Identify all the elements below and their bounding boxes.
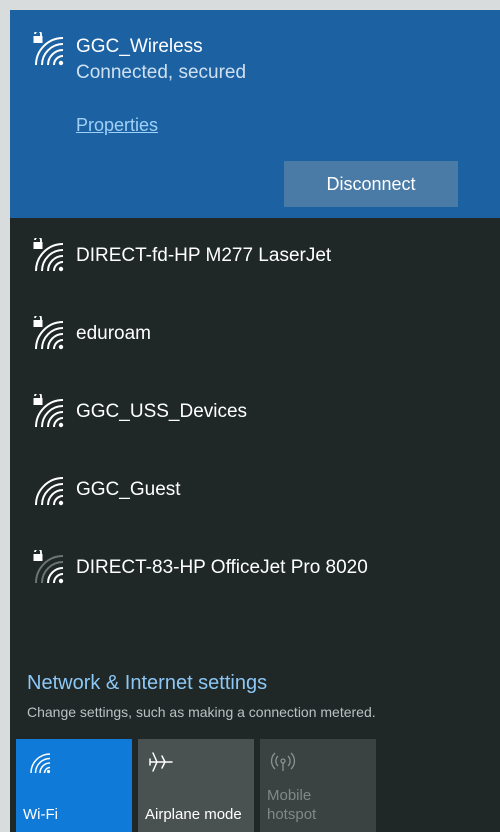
network-flyout: GGC_Wireless Connected, secured Properti…: [10, 10, 500, 832]
connected-ssid: GGC_Wireless: [76, 36, 203, 57]
airplane-mode-label: Airplane mode: [145, 806, 242, 823]
network-item[interactable]: DIRECT-fd-HP M277 LaserJet: [10, 218, 500, 296]
properties-link[interactable]: Properties: [76, 115, 158, 136]
network-ssid: GGC_USS_Devices: [76, 401, 248, 422]
wifi-toggle-label: Wi-Fi: [23, 806, 58, 823]
network-ssid: DIRECT-83-HP OfficeJet Pro 8020: [76, 557, 368, 578]
network-item[interactable]: GGC_USS_Devices: [10, 374, 500, 452]
network-item[interactable]: eduroam: [10, 296, 500, 374]
network-ssid: DIRECT-fd-HP M277 LaserJet: [76, 245, 332, 266]
airplane-icon: [148, 749, 174, 775]
network-settings-description: Change settings, such as making a connec…: [27, 704, 376, 720]
wifi-secured-icon: [30, 316, 64, 350]
wifi-secured-icon: [30, 32, 64, 66]
connection-status: Connected, secured: [76, 62, 247, 83]
network-ssid: GGC_Guest: [76, 479, 181, 500]
wifi-icon: [30, 472, 64, 506]
connected-network-card[interactable]: GGC_Wireless Connected, secured Properti…: [10, 10, 500, 218]
wifi-weak-secured-icon: [30, 550, 64, 584]
mobile-hotspot-label: Mobile hotspot: [267, 787, 317, 823]
wifi-secured-icon: [30, 238, 64, 272]
disconnect-button[interactable]: Disconnect: [284, 161, 458, 207]
network-item[interactable]: GGC_Guest: [10, 452, 500, 530]
network-ssid: eduroam: [76, 323, 151, 344]
airplane-mode-toggle[interactable]: Airplane mode: [138, 739, 254, 832]
wifi-secured-icon: [30, 394, 64, 428]
network-item[interactable]: DIRECT-83-HP OfficeJet Pro 8020: [10, 530, 500, 608]
network-settings-link[interactable]: Network & Internet settings: [27, 672, 267, 695]
wifi-toggle[interactable]: Wi-Fi: [16, 739, 132, 832]
mobile-hotspot-toggle: Mobile hotspot: [260, 739, 376, 832]
wifi-icon: [26, 749, 52, 775]
hotspot-icon: [270, 749, 296, 775]
